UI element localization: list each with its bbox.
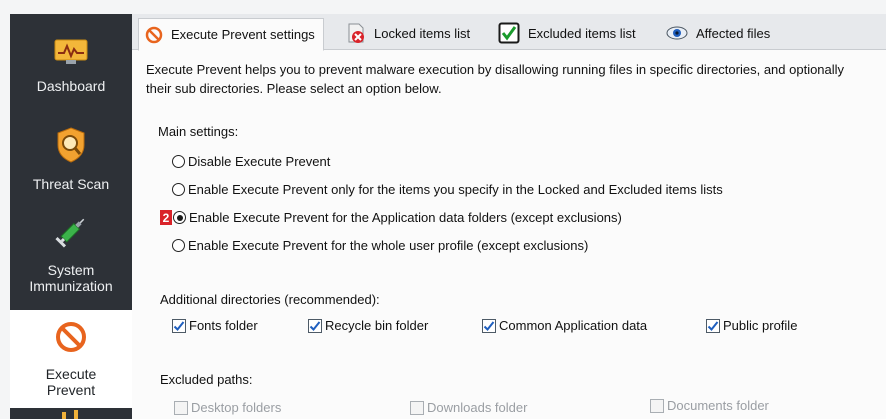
shield-search-icon: [56, 127, 86, 166]
checkbox-documents-folder[interactable]: Documents folder: [650, 398, 769, 413]
no-entry-icon: [55, 305, 87, 356]
radio-enable-specified-items[interactable]: Enable Execute Prevent only for the item…: [172, 182, 723, 197]
tab-label: Locked items list: [374, 25, 471, 41]
tab-execute-prevent-settings[interactable]: Execute Prevent settings: [138, 18, 324, 51]
sidebar-item-system-immunization[interactable]: System Immunization: [10, 204, 132, 306]
dashboard-icon: [54, 39, 88, 68]
checkbox-fonts-folder[interactable]: Fonts folder: [172, 318, 258, 333]
tab-label: Affected files: [696, 25, 771, 41]
checkbox-label: Common Application data: [499, 318, 648, 333]
locked-file-icon: [346, 22, 366, 44]
sidebar-item-dashboard[interactable]: Dashboard: [10, 14, 132, 108]
checkbox-label: Desktop folders: [191, 400, 282, 415]
radio-label: Enable Execute Prevent for the Applicati…: [189, 210, 622, 225]
sidebar-item-next[interactable]: [10, 410, 132, 419]
tab-affected-files[interactable]: Affected files: [666, 18, 770, 48]
syringe-icon: [53, 199, 89, 252]
step-marker-badge: 2: [160, 210, 172, 225]
sidebar-item-label: Threat Scan: [32, 176, 110, 192]
checkbox-downloads-folder[interactable]: Downloads folder: [410, 400, 527, 415]
checkbox[interactable]: [482, 318, 496, 333]
checkbox[interactable]: [308, 318, 322, 333]
checkbox[interactable]: [706, 318, 720, 333]
checkmark-icon: [309, 320, 321, 331]
checkbox[interactable]: [174, 400, 188, 415]
radio-button[interactable]: [172, 239, 185, 252]
checkbox[interactable]: [172, 318, 186, 333]
tools-icon: [62, 410, 78, 419]
radio-label: Disable Execute Prevent: [188, 154, 331, 169]
tab-excluded-items-list[interactable]: Excluded items list: [498, 18, 636, 48]
checkbox-recycle-bin-folder[interactable]: Recycle bin folder: [308, 318, 428, 333]
main-panel: Execute Prevent settings Locked items li…: [132, 14, 886, 419]
sidebar-item-label: Dashboard: [36, 78, 106, 94]
radio-disable-execute-prevent[interactable]: Disable Execute Prevent: [172, 154, 330, 169]
checkbox-public-profile[interactable]: Public profile: [706, 318, 797, 333]
checkbox-label: Public profile: [723, 318, 798, 333]
radio-label: Enable Execute Prevent for the whole use…: [188, 238, 589, 253]
eye-icon: [666, 26, 688, 40]
no-entry-icon: [145, 26, 163, 44]
main-settings-label: Main settings:: [158, 124, 239, 139]
additional-directories-label: Additional directories (recommended):: [160, 292, 380, 307]
radio-enable-application-data[interactable]: 2 Enable Execute Prevent for the Applica…: [160, 210, 622, 225]
sidebar-item-label: System Immunization: [29, 262, 113, 294]
checkbox[interactable]: [410, 400, 424, 415]
tab-bar: Execute Prevent settings Locked items li…: [132, 14, 886, 51]
sidebar-item-threat-scan[interactable]: Threat Scan: [10, 108, 132, 204]
radio-button-selected[interactable]: [173, 211, 186, 224]
radio-button[interactable]: [172, 155, 185, 168]
description-text: Execute Prevent helps you to prevent mal…: [146, 62, 845, 96]
checkbox-common-application-data[interactable]: Common Application data: [482, 318, 647, 333]
checkmark-icon: [707, 320, 719, 331]
tab-label: Excluded items list: [528, 25, 636, 41]
checkbox-label: Downloads folder: [427, 400, 528, 415]
checkbox[interactable]: [650, 398, 664, 413]
sidebar-item-execute-prevent[interactable]: Execute Prevent: [10, 310, 132, 408]
checkbox-label: Fonts folder: [189, 318, 258, 333]
sidebar-item-label: Execute Prevent: [45, 366, 97, 398]
checkbox-label: Documents folder: [667, 398, 769, 413]
radio-label: Enable Execute Prevent only for the item…: [188, 182, 723, 197]
sidebar: Dashboard Threat Scan System Immunizatio…: [10, 14, 132, 419]
checkmark-icon: [173, 320, 185, 331]
check-box-icon: [498, 22, 520, 44]
excluded-paths-label: Excluded paths:: [160, 372, 253, 387]
radio-button[interactable]: [172, 183, 185, 196]
checkmark-icon: [483, 320, 495, 331]
tab-label: Execute Prevent settings: [171, 27, 315, 42]
tab-locked-items-list[interactable]: Locked items list: [346, 18, 470, 48]
checkbox-label: Recycle bin folder: [325, 318, 429, 333]
radio-enable-whole-user-profile[interactable]: Enable Execute Prevent for the whole use…: [172, 238, 588, 253]
checkbox-desktop-folders[interactable]: Desktop folders: [174, 400, 281, 415]
app-window: Dashboard Threat Scan System Immunizatio…: [0, 0, 886, 419]
